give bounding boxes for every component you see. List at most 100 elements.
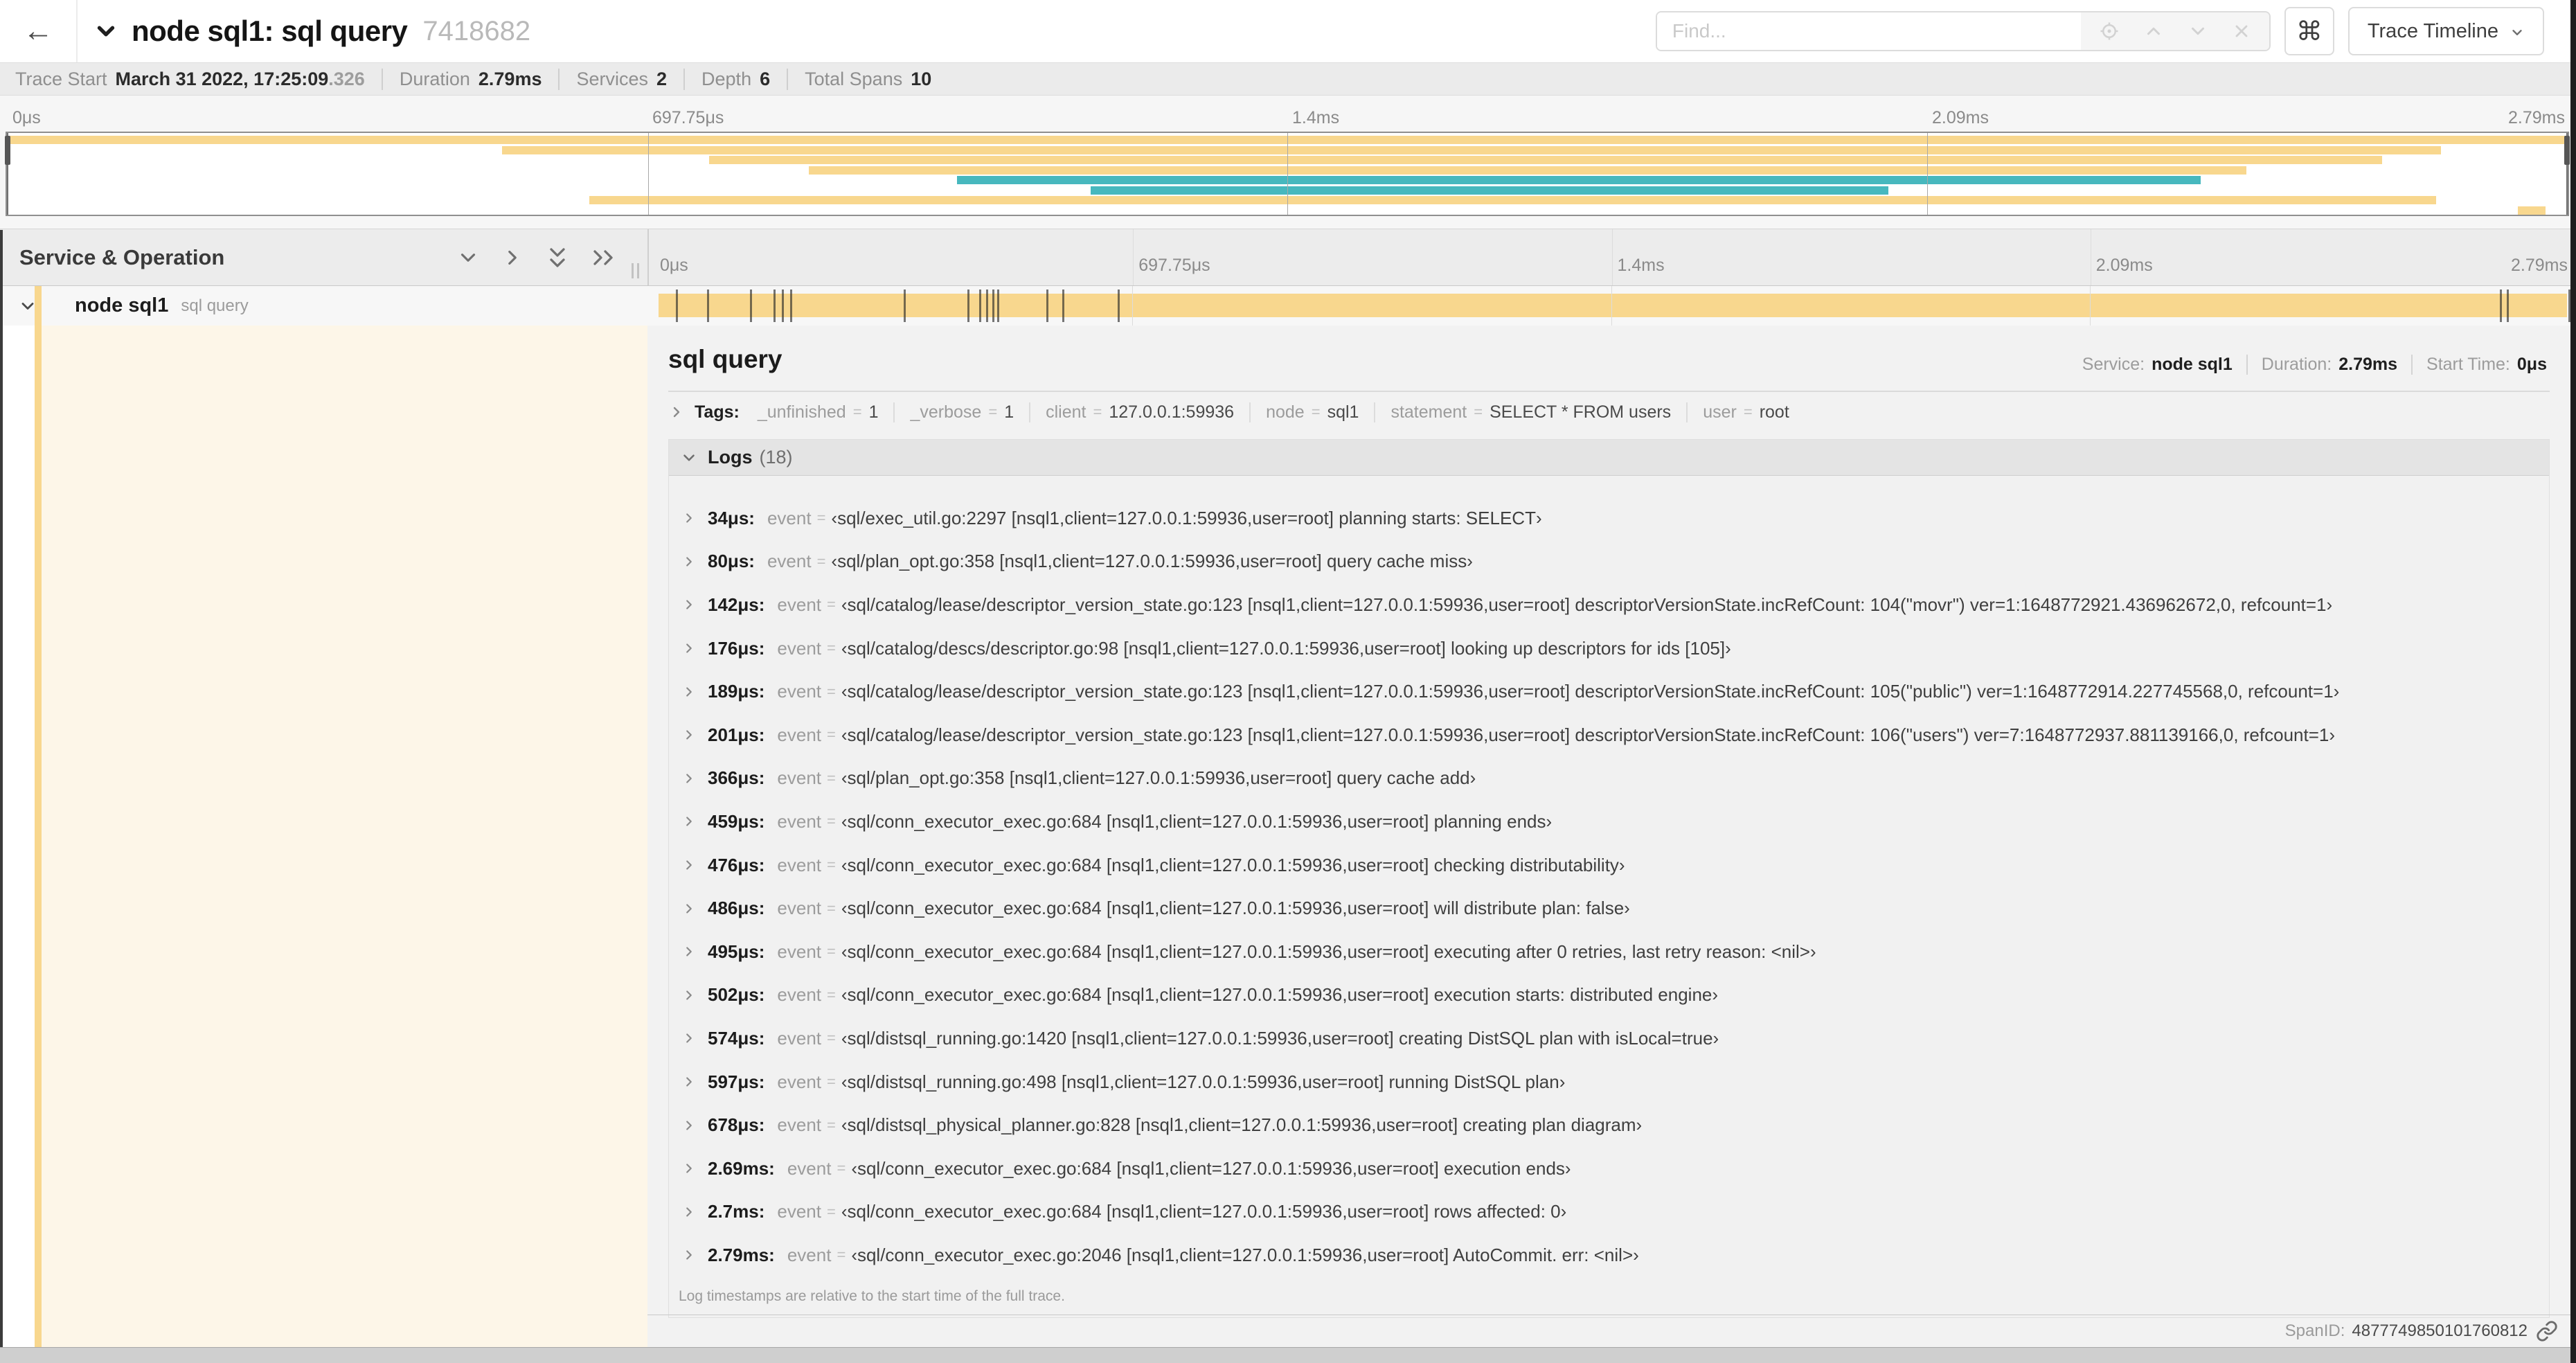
summary-item-value: 6: [760, 68, 771, 89]
span-meta-value: 0μs: [2516, 355, 2547, 374]
ruler-tick-label: 2.09ms: [2095, 256, 2153, 275]
log-row[interactable]: 2.69ms: event = ‹sql/conn_executor_exec.go:…: [669, 1147, 2549, 1191]
minimap-span-bar: [501, 145, 2441, 154]
column-resizer[interactable]: [632, 263, 639, 278]
log-row[interactable]: 459μs: event = ‹sql/conn_executor_exec.go:6…: [669, 800, 2549, 844]
log-marker: [2499, 289, 2502, 322]
window-bottom-strip: [0, 1347, 2576, 1363]
tag-key: client: [1046, 402, 1086, 422]
minimap-left-scrubber[interactable]: [5, 133, 10, 215]
log-row[interactable]: 201μs: event = ‹sql/catalog/lease/descripto…: [669, 713, 2549, 757]
log-field-value: ‹sql/conn_executor_exec.go:684 [nsql1,cl…: [841, 941, 1816, 962]
equals-separator: =: [827, 856, 836, 874]
log-row[interactable]: 176μs: event = ‹sql/catalog/descs/descripto…: [669, 627, 2549, 670]
expand-one-icon[interactable]: [501, 246, 524, 269]
collapse-one-icon[interactable]: [456, 246, 480, 269]
log-field-key: event: [777, 941, 822, 962]
log-row[interactable]: 476μs: event = ‹sql/conn_executor_exec.go:6…: [669, 844, 2549, 887]
clear-find-icon[interactable]: [2232, 21, 2251, 41]
link-icon[interactable]: [2536, 1320, 2558, 1342]
equals-separator: =: [1093, 403, 1102, 420]
summary-item-value: 2.79ms: [478, 68, 542, 89]
log-field-value: ‹sql/plan_opt.go:358 [nsql1,client=127.0…: [841, 767, 1476, 789]
tag-item[interactable]: _verbose = 1: [893, 402, 1014, 422]
service-accent-bar: [35, 326, 42, 1347]
trace-view-selector[interactable]: Trace Timeline: [2347, 7, 2544, 55]
log-field-value: ‹sql/conn_executor_exec.go:684 [nsql1,cl…: [851, 1157, 1571, 1179]
log-timestamp: 80μs:: [708, 551, 755, 572]
log-row[interactable]: 80μs: event = ‹sql/plan_opt.go:358 [nsql1,c…: [669, 540, 2549, 584]
collapse-all-icon[interactable]: [545, 245, 570, 270]
trace-title-group: node sql1: sql query 7418682: [93, 0, 530, 62]
equals-separator: =: [827, 726, 836, 744]
log-marker: [773, 289, 776, 322]
span-row[interactable]: node sql1 sql query: [0, 286, 2576, 326]
log-timestamp: 574μs:: [708, 1027, 765, 1049]
find-prev-icon[interactable]: [2143, 21, 2164, 42]
log-row[interactable]: 678μs: event = ‹sql/distsql_physical_planne…: [669, 1103, 2549, 1147]
tag-item[interactable]: node = sql1: [1249, 402, 1359, 422]
timeline-header-row: Service & Operation 0μs 697.75μs 1.4ms 2.09…: [0, 229, 2576, 286]
trace-minimap[interactable]: [5, 132, 2570, 216]
log-row[interactable]: 2.79ms: event = ‹sql/conn_executor_exec.go:…: [669, 1233, 2549, 1277]
logs-title: Logs: [708, 447, 753, 467]
log-field-value: ‹sql/conn_executor_exec.go:684 [nsql1,cl…: [841, 984, 1719, 1006]
tag-item[interactable]: client = 127.0.0.1:59936: [1029, 402, 1234, 422]
summary-item: Services 2: [558, 68, 667, 90]
log-marker: [992, 289, 994, 322]
span-duration-bar[interactable]: [659, 294, 2568, 317]
log-row[interactable]: 366μs: event = ‹sql/plan_opt.go:358 [nsql1,…: [669, 757, 2549, 801]
chevron-right-icon: [681, 684, 697, 700]
equals-separator: =: [827, 812, 836, 830]
expand-all-icon[interactable]: [591, 245, 616, 270]
chevron-down-icon[interactable]: [93, 18, 119, 44]
tags-row[interactable]: Tags: _unfinished = 1 _verbose = 1 client = 127.…: [668, 392, 2550, 432]
span-meta-label: Start Time:: [2426, 355, 2510, 374]
equals-separator: =: [988, 403, 998, 420]
log-field-value: ‹sql/conn_executor_exec.go:2046 [nsql1,c…: [851, 1244, 1639, 1265]
chevron-right-icon: [681, 814, 697, 829]
chevron-right-icon: [681, 857, 697, 873]
log-row[interactable]: 495μs: event = ‹sql/conn_executor_exec.go:6…: [669, 930, 2549, 974]
log-field-key: event: [777, 1201, 821, 1222]
log-row[interactable]: 597μs: event = ‹sql/distsql_running.go:498 …: [669, 1060, 2549, 1104]
log-marker: [675, 289, 678, 322]
log-row[interactable]: 2.7ms: event = ‹sql/conn_executor_exec.go:6…: [669, 1191, 2549, 1234]
minimap-right-scrubber[interactable]: [2564, 133, 2570, 215]
log-row[interactable]: 486μs: event = ‹sql/conn_executor_exec.go:6…: [669, 887, 2549, 930]
log-field-value: ‹sql/conn_executor_exec.go:684 [nsql1,cl…: [841, 810, 1553, 832]
jaeger-trace-page: ← node sql1: sql query 7418682 ⌘ Trace T…: [0, 0, 2576, 1363]
logs-header[interactable]: Logs (18): [669, 440, 2549, 476]
tag-value: SELECT * FROM users: [1490, 402, 1672, 422]
span-operation-name: sql query: [181, 296, 249, 315]
tag-item[interactable]: _unfinished = 1: [758, 402, 879, 422]
log-row[interactable]: 574μs: event = ‹sql/distsql_running.go:1420…: [669, 1017, 2549, 1060]
log-field-key: event: [777, 984, 822, 1006]
log-row[interactable]: 502μs: event = ‹sql/conn_executor_exec.go:6…: [669, 974, 2549, 1017]
keyboard-shortcuts-button[interactable]: ⌘: [2284, 7, 2334, 55]
chevron-right-icon: [681, 1247, 697, 1263]
log-timestamp: 34μs:: [708, 507, 755, 528]
summary-item: Trace Start March 31 2022, 17:25:09.326: [15, 69, 365, 90]
log-row[interactable]: 189μs: event = ‹sql/catalog/lease/descripto…: [669, 670, 2549, 713]
log-row[interactable]: 142μs: event = ‹sql/catalog/lease/descripto…: [669, 583, 2549, 627]
logs-note: Log timestamps are relative to the start…: [679, 1288, 1065, 1304]
chevron-down-icon: [680, 449, 698, 467]
equals-separator: =: [816, 552, 826, 570]
equals-separator: =: [852, 403, 862, 420]
tag-item[interactable]: user = root: [1686, 402, 1789, 422]
tag-item[interactable]: statement = SELECT * FROM users: [1374, 402, 1671, 422]
logs-list: 34μs: event = ‹sql/exec_util.go:2297 [nsql1…: [669, 476, 2549, 1277]
minimap-span-bar: [2517, 206, 2546, 215]
logs-section: Logs (18) 34μs: event = ‹sql/exec_util.go:2…: [668, 439, 2550, 1318]
find-input[interactable]: [1656, 12, 2081, 50]
locate-icon[interactable]: [2099, 21, 2120, 42]
find-next-icon[interactable]: [2188, 21, 2208, 42]
log-field-value: ‹sql/catalog/lease/descriptor_version_st…: [841, 724, 2336, 745]
back-button[interactable]: ←: [0, 0, 78, 62]
log-field-key: event: [777, 637, 822, 659]
equals-separator: =: [827, 639, 836, 657]
log-timestamp: 495μs:: [708, 941, 765, 962]
log-row[interactable]: 34μs: event = ‹sql/exec_util.go:2297 [nsql1…: [669, 497, 2549, 540]
log-marker: [749, 289, 752, 322]
